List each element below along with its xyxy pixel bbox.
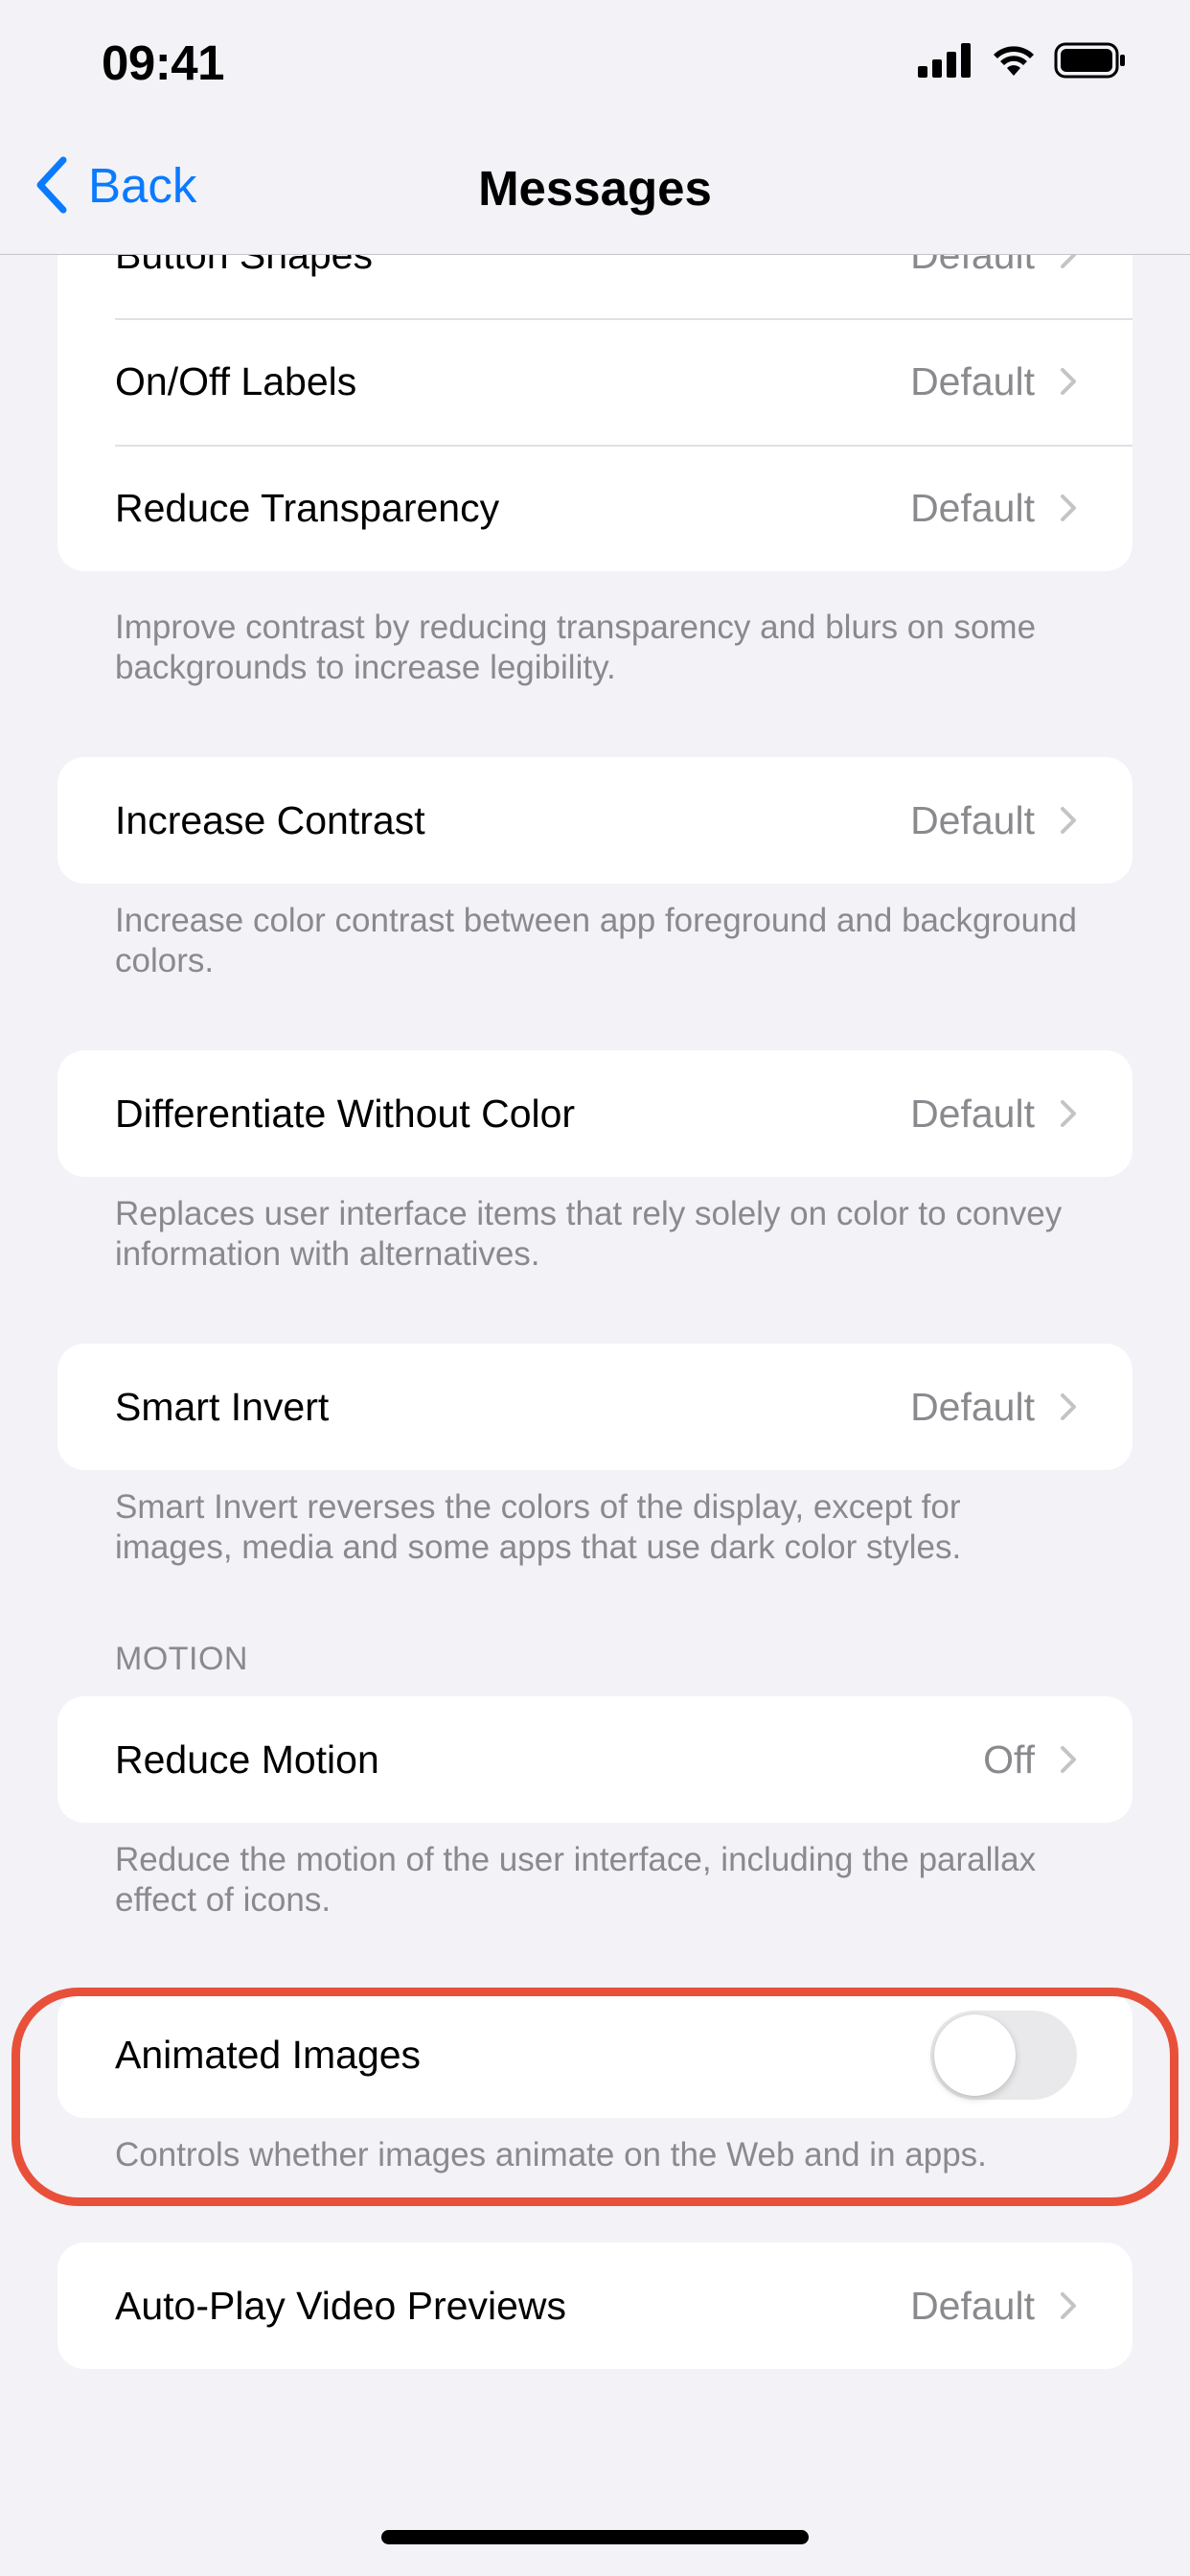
row-label: On/Off Labels — [115, 358, 357, 403]
chevron-right-icon — [1061, 494, 1076, 521]
reduce-transparency-footnote: Improve contrast by reducing transparenc… — [115, 609, 1037, 686]
cellular-signal-icon — [918, 43, 971, 78]
page-title: Messages — [478, 161, 712, 216]
status-time: 09:41 — [102, 35, 224, 90]
chevron-right-icon — [1061, 2292, 1076, 2319]
reduce-motion-group: Reduce Motion Off — [57, 1696, 1133, 1823]
smart-invert-footnote: Smart Invert reverses the colors of the … — [115, 1488, 962, 1566]
row-value: Default — [910, 358, 1035, 403]
autoplay-group: Auto-Play Video Previews Default — [57, 2242, 1133, 2369]
animated-images-toggle[interactable] — [930, 2010, 1077, 2100]
reduce-transparency-row[interactable]: Reduce Transparency Default — [57, 445, 1133, 571]
wifi-icon — [994, 46, 1034, 76]
chevron-right-icon — [1061, 807, 1076, 834]
chevron-right-icon — [1061, 1393, 1076, 1420]
reduce-motion-footnote: Reduce the motion of the user interface,… — [115, 1841, 1037, 1919]
animated-images-group: Animated Images — [57, 1991, 1133, 2118]
differentiate-footnote: Replaces user interface items that rely … — [115, 1195, 1063, 1273]
smart-invert-row[interactable]: Smart Invert Default — [57, 1344, 1133, 1470]
row-label: Button Shapes — [115, 255, 910, 278]
chevron-right-icon — [1061, 1746, 1076, 1773]
button-shapes-row[interactable]: Button Shapes Default — [57, 255, 1133, 318]
navigation-bar: Back Messages — [0, 129, 1190, 255]
row-label: Reduce Transparency — [115, 485, 500, 530]
home-indicator[interactable] — [381, 2530, 809, 2544]
reduce-motion-row[interactable]: Reduce Motion Off — [57, 1696, 1133, 1823]
increase-contrast-group: Increase Contrast Default — [57, 757, 1133, 884]
animated-images-footnote: Controls whether images animate on the W… — [115, 2136, 987, 2174]
row-value: Default — [910, 2283, 1035, 2328]
status-bar: 09:41 — [0, 0, 1190, 129]
animated-images-row: Animated Images — [57, 1991, 1133, 2118]
motion-section-header: MOTION — [115, 1641, 248, 1677]
row-value: Default — [910, 485, 1035, 530]
row-value: Default — [910, 797, 1035, 842]
differentiate-without-color-row[interactable]: Differentiate Without Color Default — [57, 1050, 1133, 1177]
on-off-labels-row[interactable]: On/Off Labels Default — [57, 318, 1133, 445]
chevron-right-icon — [1061, 1100, 1076, 1127]
settings-scroll-area[interactable]: Button Shapes Default On/Off Labels Defa… — [0, 255, 1190, 2576]
differentiate-group: Differentiate Without Color Default — [57, 1050, 1133, 1177]
row-value: Off — [983, 1736, 1035, 1782]
row-label: Smart Invert — [115, 1384, 330, 1429]
increase-contrast-footnote: Increase color contrast between app fore… — [115, 902, 1077, 979]
increase-contrast-row[interactable]: Increase Contrast Default — [57, 757, 1133, 884]
row-label: Increase Contrast — [115, 797, 425, 842]
chevron-right-icon — [1061, 368, 1076, 395]
row-value: Default — [910, 255, 1035, 278]
toggle-knob — [934, 2013, 1016, 2096]
row-value: Default — [910, 1091, 1035, 1136]
row-value: Default — [910, 1384, 1035, 1429]
row-label: Differentiate Without Color — [115, 1091, 576, 1136]
display-options-group: Button Shapes Default On/Off Labels Defa… — [57, 255, 1133, 571]
battery-icon — [1054, 42, 1125, 79]
row-label: Animated Images — [115, 2032, 422, 2077]
status-icons — [918, 42, 1127, 79]
row-label: Auto-Play Video Previews — [115, 2283, 566, 2328]
row-label: Reduce Motion — [115, 1736, 379, 1782]
chevron-right-icon — [1061, 255, 1076, 268]
smart-invert-group: Smart Invert Default — [57, 1344, 1133, 1470]
auto-play-video-previews-row[interactable]: Auto-Play Video Previews Default — [57, 2242, 1133, 2369]
